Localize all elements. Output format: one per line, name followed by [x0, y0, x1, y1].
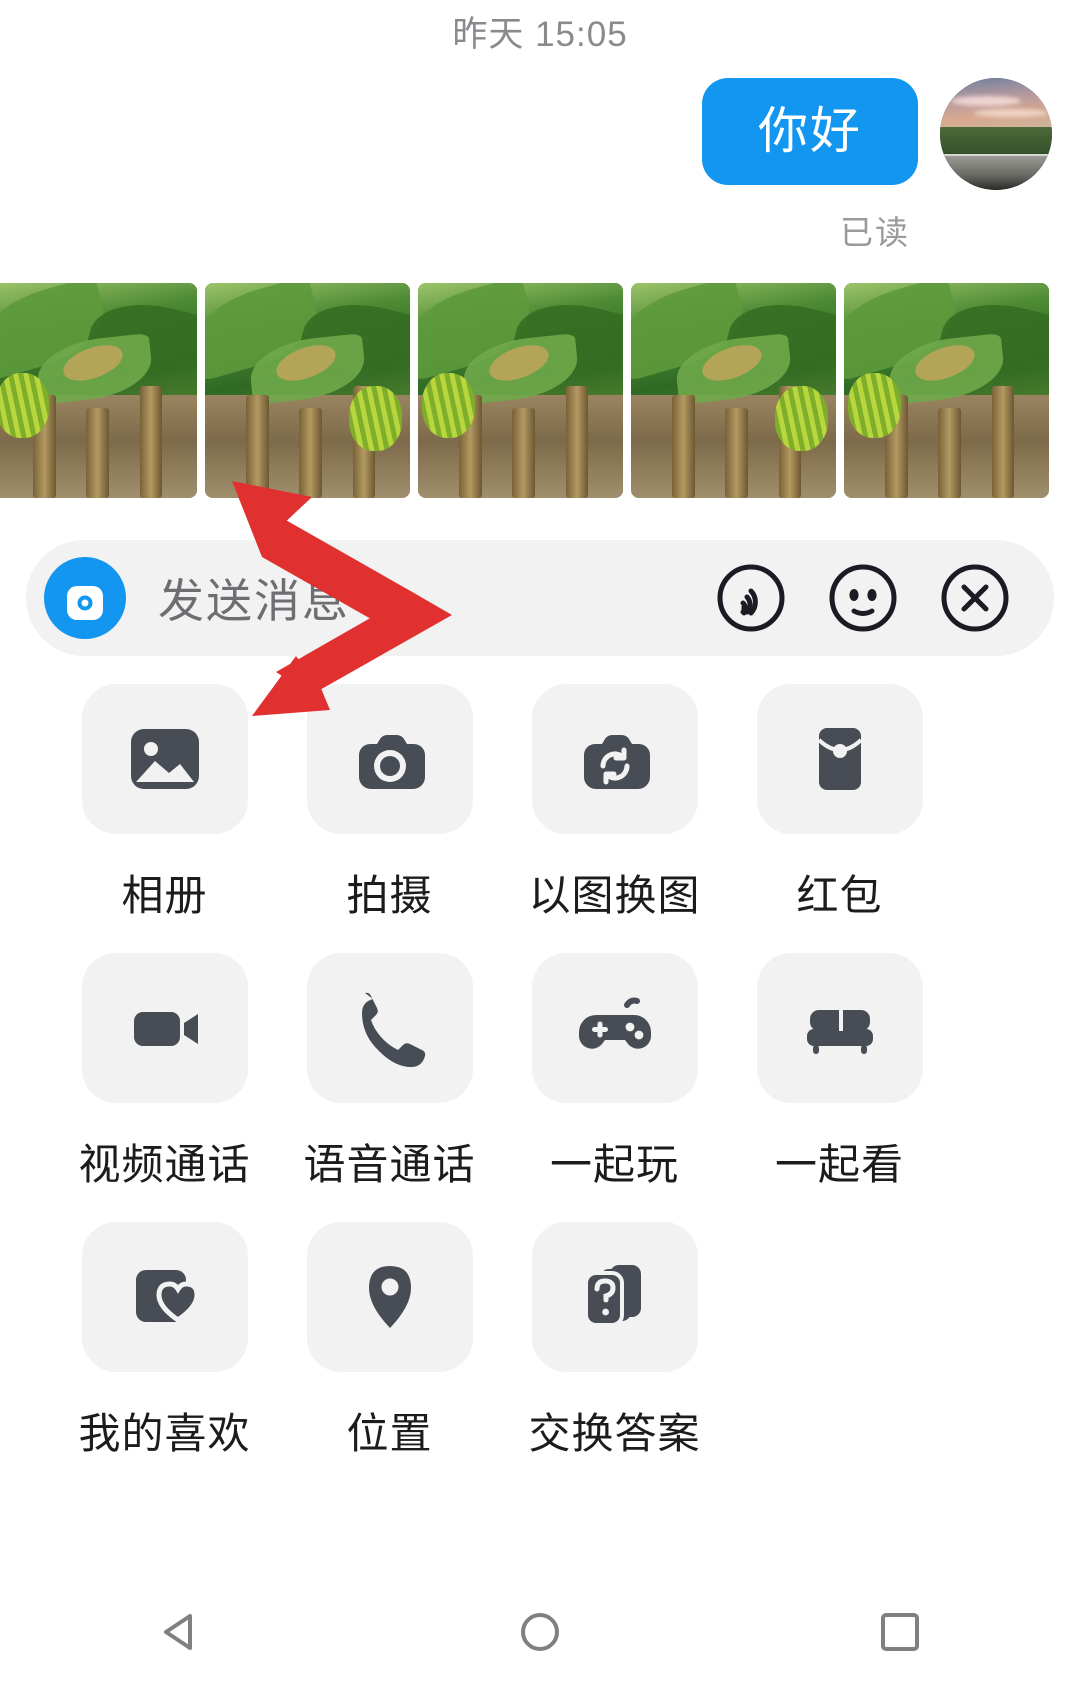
- avatar-road: [940, 156, 1052, 190]
- attachment-label: 相册: [121, 872, 208, 919]
- outgoing-message-row: 你好: [702, 78, 1052, 190]
- attachment-label: 一起看: [774, 1141, 904, 1188]
- sofa-icon[interactable]: [756, 953, 923, 1103]
- read-receipt: 已读: [840, 214, 910, 251]
- input-bar-actions: [714, 561, 1012, 635]
- home-circle-icon[interactable]: [480, 1587, 600, 1677]
- attachment-label: 拍摄: [346, 872, 433, 919]
- photo-trunk: [299, 407, 322, 498]
- avatar-cloud: [951, 95, 1021, 106]
- photo-bananas: [422, 373, 476, 438]
- attachment-item-image-swap[interactable]: 以图换图: [502, 684, 727, 923]
- recent-photos-strip[interactable]: [0, 283, 1080, 498]
- photo-gallery-icon[interactable]: [81, 684, 248, 834]
- photo-trunk: [246, 394, 269, 498]
- attachment-item-album[interactable]: 相册: [52, 684, 277, 923]
- attachment-label: 位置: [346, 1410, 433, 1457]
- attachment-label: 语音通话: [303, 1141, 476, 1188]
- photo-bananas: [848, 373, 902, 438]
- photo-trunk: [139, 386, 163, 498]
- recents-square-icon[interactable]: [840, 1587, 960, 1677]
- attachment-panel: 相册 拍摄 以图换图 红包 视频通话 语音通话 一起玩 一起看 我的喜欢 位置 …: [0, 684, 1080, 1491]
- photo-thumbnail[interactable]: [418, 283, 623, 498]
- attachment-item-location[interactable]: 位置: [277, 1222, 502, 1461]
- photo-trunk: [565, 386, 589, 498]
- photo-thumbnail[interactable]: [631, 283, 836, 498]
- photo-trunk: [512, 407, 535, 498]
- voice-record-icon[interactable]: [44, 557, 126, 639]
- gamepad-icon[interactable]: [531, 953, 698, 1103]
- red-packet-icon[interactable]: [756, 684, 923, 834]
- message-input-bar[interactable]: 发送消息: [26, 540, 1054, 656]
- photo-thumbnail[interactable]: [205, 283, 410, 498]
- sound-wave-circle-icon[interactable]: [714, 561, 788, 635]
- video-camera-icon[interactable]: [81, 953, 248, 1103]
- attachment-row: 视频通话 语音通话 一起玩 一起看: [0, 953, 1080, 1222]
- android-navbar: [0, 1557, 1080, 1707]
- close-circle-icon[interactable]: [938, 561, 1012, 635]
- attachment-item-video-call[interactable]: 视频通话: [52, 953, 277, 1192]
- camera-icon[interactable]: [306, 684, 473, 834]
- attachment-label: 视频通话: [78, 1141, 251, 1188]
- message-timestamp: 昨天 15:05: [452, 15, 628, 54]
- photo-trunk: [991, 386, 1015, 498]
- attachment-row: 我的喜欢 位置 交换答案: [0, 1222, 1080, 1491]
- chat-screen: 昨天 15:05 你好 已读 发送消息 相册 拍摄 以图换图 红包 视频通话 语…: [0, 0, 1080, 1707]
- attachment-item-play-together[interactable]: 一起玩: [502, 953, 727, 1192]
- attachment-item-red-packet[interactable]: 红包: [727, 684, 952, 923]
- emoji-face-circle-icon[interactable]: [826, 561, 900, 635]
- attachment-item-capture[interactable]: 拍摄: [277, 684, 502, 923]
- photo-thumbnail[interactable]: [0, 283, 197, 498]
- attachment-item-swap-answers[interactable]: 交换答案: [502, 1222, 727, 1461]
- camera-refresh-icon[interactable]: [531, 684, 698, 834]
- photo-bananas: [348, 386, 402, 451]
- back-triangle-icon[interactable]: [120, 1587, 240, 1677]
- photo-bananas: [0, 373, 50, 438]
- message-input-placeholder[interactable]: 发送消息: [158, 565, 714, 631]
- attachment-item-my-favorites[interactable]: 我的喜欢: [52, 1222, 277, 1461]
- photo-trunk: [86, 407, 109, 498]
- attachment-label: 一起玩: [549, 1141, 679, 1188]
- attachment-item-watch-together[interactable]: 一起看: [727, 953, 952, 1192]
- photo-bananas: [774, 386, 828, 451]
- phone-icon[interactable]: [306, 953, 473, 1103]
- heart-card-icon[interactable]: [81, 1222, 248, 1372]
- attachment-label: 交换答案: [528, 1410, 701, 1457]
- photo-trunk: [672, 394, 695, 498]
- message-bubble[interactable]: 你好: [702, 78, 918, 185]
- photo-thumbnail[interactable]: [844, 283, 1049, 498]
- photo-trunk: [725, 407, 748, 498]
- photo-trunk: [938, 407, 961, 498]
- attachment-label: 以图换图: [528, 872, 701, 919]
- attachment-label: 我的喜欢: [78, 1410, 251, 1457]
- question-cards-icon[interactable]: [531, 1222, 698, 1372]
- attachment-label: 红包: [796, 872, 883, 919]
- attachment-row: 相册 拍摄 以图换图 红包: [0, 684, 1080, 953]
- attachment-item-voice-call[interactable]: 语音通话: [277, 953, 502, 1192]
- avatar[interactable]: [940, 78, 1052, 190]
- location-pin-icon[interactable]: [306, 1222, 473, 1372]
